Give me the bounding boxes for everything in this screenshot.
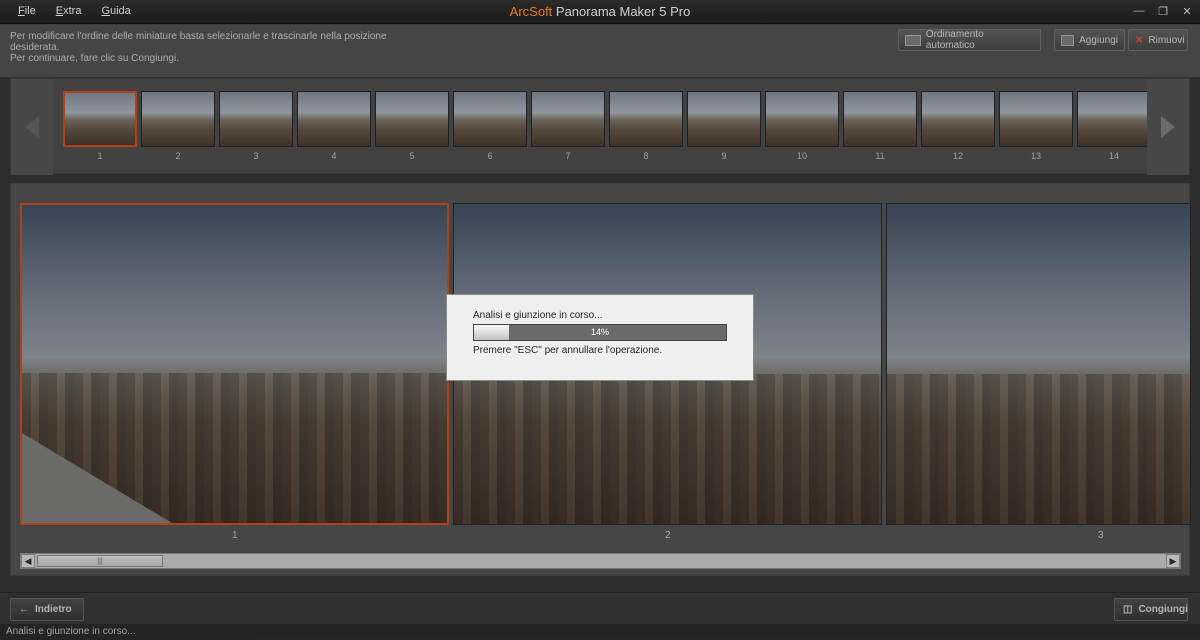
remove-label: Rimuovi: [1148, 34, 1185, 46]
thumbnail-strip: 1 2 3 4 5 6 7 8 9 10 11 12 13 14: [10, 78, 1190, 175]
thumbnail-image: [63, 91, 137, 147]
thumbnail-number: 5: [409, 151, 415, 161]
city-photo: [887, 374, 1190, 524]
thumbnail-image: [453, 91, 527, 147]
product-name: Panorama Maker 5 Pro: [552, 4, 691, 19]
arrow-right-icon: [1161, 116, 1175, 138]
thumbnail-number: 7: [565, 151, 571, 161]
thumbnail-image: [531, 91, 605, 147]
brand-name: ArcSoft: [509, 4, 553, 19]
thumbnail-number: 10: [796, 151, 807, 161]
thumbnail-12[interactable]: 12: [921, 91, 995, 165]
progress-label: 14%: [590, 327, 609, 337]
thumbnail-7[interactable]: 7: [531, 91, 605, 165]
roof-foreground: [22, 433, 172, 523]
thumbnail-number: 14: [1108, 151, 1119, 161]
back-label: Indietro: [35, 604, 72, 615]
status-bar: Analisi e giunzione in corso...: [0, 624, 1200, 640]
close-icon[interactable]: ✕: [1180, 4, 1194, 18]
instructions: Per modificare l'ordine delle miniature …: [10, 31, 390, 64]
frame-number-1: 1: [232, 530, 238, 541]
window-controls: — ❐ ✕: [1132, 4, 1194, 18]
thumbnail-number: 9: [721, 151, 727, 161]
strip-scroll-left[interactable]: [11, 79, 53, 175]
thumbnail-image: [219, 91, 293, 147]
thumbnail-11[interactable]: 11: [843, 91, 917, 165]
city-photo: [454, 374, 881, 524]
thumbnail-number: 8: [643, 151, 649, 161]
thumbnail-number: 13: [1030, 151, 1041, 161]
sort-icon: [905, 34, 921, 46]
add-label: Aggiungi: [1079, 34, 1118, 46]
minimize-icon[interactable]: —: [1132, 4, 1146, 18]
thumbnail-number: 4: [331, 151, 337, 161]
thumbnail-image: [141, 91, 215, 147]
strip-scroll-right[interactable]: [1147, 79, 1189, 175]
add-image-icon: [1061, 34, 1075, 46]
dialog-title: Analisi e giunzione in corso...: [473, 310, 603, 321]
thumbnail-image: [375, 91, 449, 147]
back-button[interactable]: ← Indietro: [10, 598, 84, 621]
thumbnail-number: 11: [875, 151, 885, 161]
frame-image-3[interactable]: [886, 203, 1191, 525]
panorama-maker-window: File Extra Guida ArcSoft Panorama Maker …: [0, 0, 1200, 640]
thumbnail-image: [297, 91, 371, 147]
restore-icon[interactable]: ❐: [1156, 4, 1170, 18]
join-button[interactable]: ◫ Congiungi: [1114, 598, 1188, 621]
thumbnail-14[interactable]: 14: [1077, 91, 1149, 165]
frame-number-3: 3: [1098, 530, 1104, 541]
thumbnail-4[interactable]: 4: [297, 91, 371, 165]
stitch-icon: ◫: [1123, 604, 1133, 615]
thumbnail-8[interactable]: 8: [609, 91, 683, 165]
arrow-back-icon: ←: [19, 604, 29, 615]
progress-bar: 14%: [473, 324, 727, 341]
thumbnail-3[interactable]: 3: [219, 91, 293, 165]
frame-image-1[interactable]: [20, 203, 449, 525]
auto-sort-label: Ordinamento automatico: [925, 29, 984, 51]
remove-x-icon: ✕: [1135, 34, 1144, 46]
thumbnail-image: [609, 91, 683, 147]
instruction-bar: Per modificare l'ordine delle miniature …: [0, 25, 1200, 77]
title-bar: File Extra Guida ArcSoft Panorama Maker …: [0, 0, 1200, 24]
thumbnail-2[interactable]: 2: [141, 91, 215, 165]
horizontal-scrollbar[interactable]: ◀ ||| ▶: [20, 553, 1181, 569]
join-label: Congiungi: [1138, 604, 1188, 615]
add-button[interactable]: Aggiungi: [1054, 29, 1125, 51]
bottom-bar: ← Indietro ◫ Congiungi: [0, 592, 1200, 624]
thumbnail-image: [999, 91, 1073, 147]
arrow-left-icon: [25, 116, 39, 138]
thumbnail-number: 6: [487, 151, 493, 161]
thumbnail-number: 2: [175, 151, 181, 161]
thumbnail-13[interactable]: 13: [999, 91, 1073, 165]
thumbnail-image: [1077, 91, 1149, 147]
thumbnail-9[interactable]: 9: [687, 91, 761, 165]
instruction-line-2: Per continuare, fare clic su Congiungi.: [10, 53, 179, 64]
thumbnail-number: 12: [952, 151, 963, 161]
thumbnail-10[interactable]: 10: [765, 91, 839, 165]
thumbnail-image: [765, 91, 839, 147]
progress-dialog: Analisi e giunzione in corso... 14% Prem…: [446, 294, 754, 381]
thumbnail-6[interactable]: 6: [453, 91, 527, 165]
thumbnail-5[interactable]: 5: [375, 91, 449, 165]
thumbnail-1[interactable]: 1: [63, 91, 137, 165]
frame-number-2: 2: [665, 530, 671, 541]
thumbnail-number: 1: [97, 151, 103, 161]
auto-sort-button[interactable]: Ordinamento automatico: [898, 29, 1041, 51]
app-title: ArcSoft Panorama Maker 5 Pro: [0, 4, 1200, 19]
dialog-hint: Premere "ESC" per annullare l'operazione…: [473, 345, 663, 356]
instruction-line-1: Per modificare l'ordine delle miniature …: [10, 31, 390, 53]
thumbnail-image: [687, 91, 761, 147]
scroll-left-button[interactable]: ◀: [21, 554, 35, 568]
scroll-right-button[interactable]: ▶: [1166, 554, 1180, 568]
thumbnail-image: [921, 91, 995, 147]
thumbnail-image: [843, 91, 917, 147]
thumbnail-list: 1 2 3 4 5 6 7 8 9 10 11 12 13 14: [63, 91, 1149, 165]
remove-button[interactable]: ✕ Rimuovi: [1128, 29, 1188, 51]
thumbnail-number: 3: [253, 151, 259, 161]
scroll-thumb[interactable]: |||: [37, 555, 163, 567]
